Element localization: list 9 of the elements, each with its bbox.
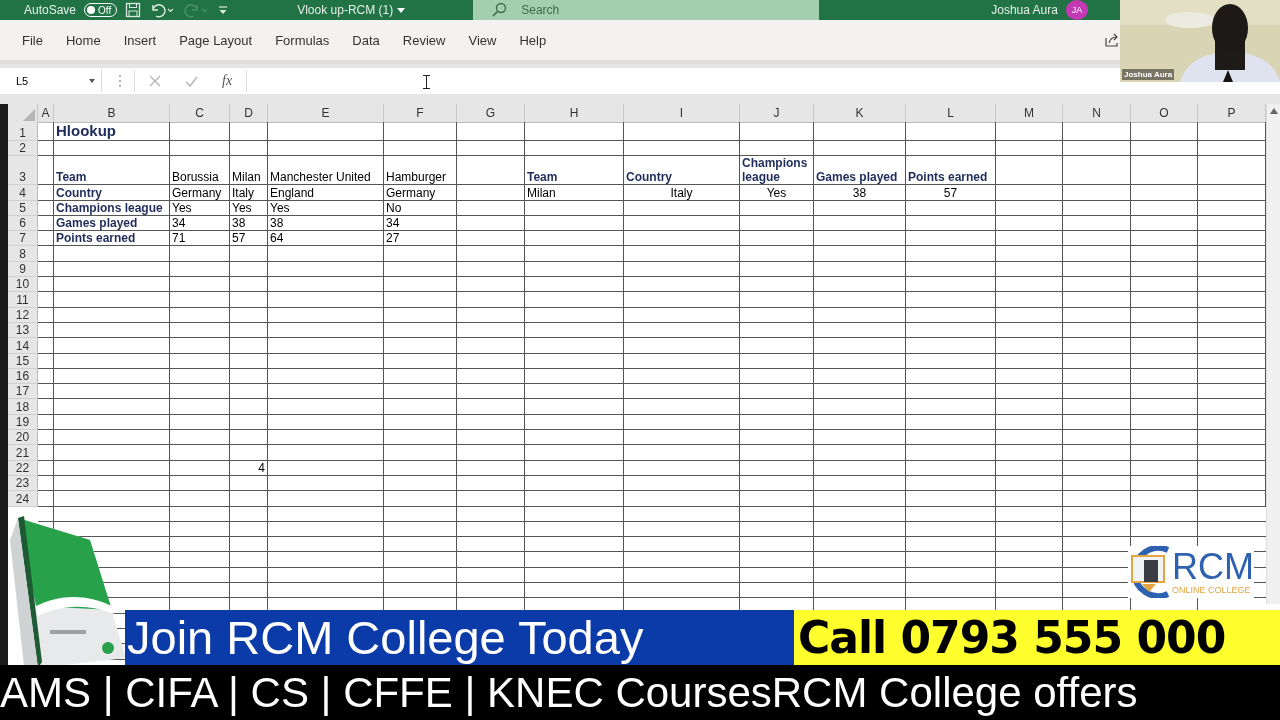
user-name: Joshua Aura [991, 3, 1058, 17]
promo-banner: Join RCM College Today [125, 610, 794, 665]
cell-reference: L5 [16, 75, 29, 87]
participant-name: Joshua Aura [1122, 69, 1175, 80]
logo-subtitle: ONLINE COLLEGE [1172, 585, 1252, 595]
phone-banner: Call 0793 555 000 [794, 610, 1280, 665]
logo-mark: RCM [1172, 549, 1254, 585]
news-ticker: AMS | CIFA | CS | CFFE | KNEC CoursesRCM College offers [0, 665, 1280, 720]
autosave-label: AutoSave [24, 3, 77, 17]
